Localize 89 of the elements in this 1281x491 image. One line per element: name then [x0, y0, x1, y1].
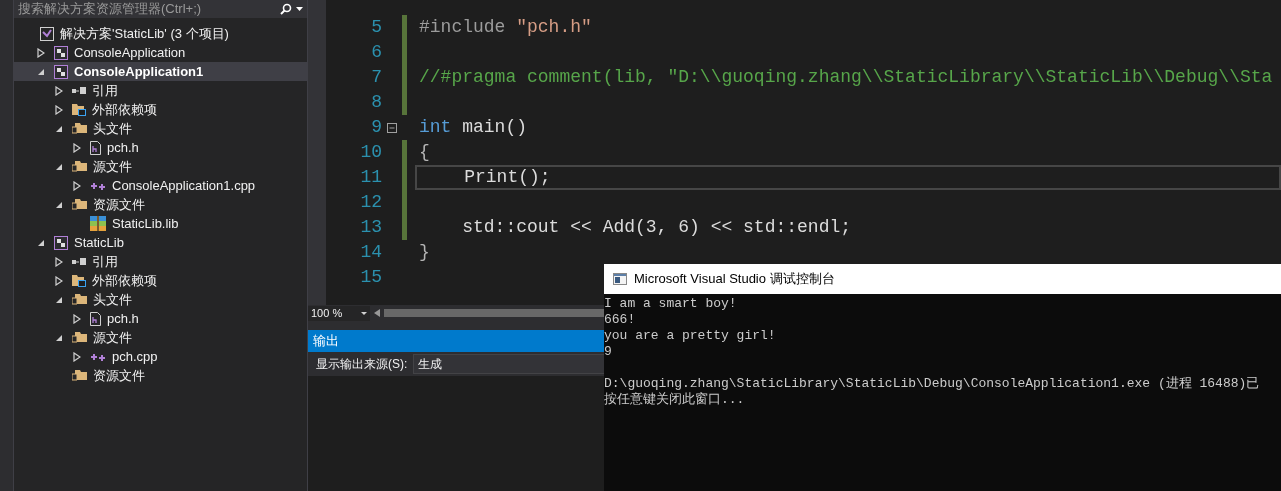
- cpp-file-icon: [90, 351, 106, 362]
- console-app-icon: [613, 273, 627, 285]
- collapsed-arrow-icon[interactable]: [55, 104, 63, 115]
- collapsed-arrow-icon[interactable]: [73, 351, 81, 362]
- header-file-icon: [90, 311, 101, 326]
- tree-item[interactable]: 资源文件: [14, 366, 307, 385]
- search-icon[interactable]: [280, 3, 292, 15]
- collapsed-arrow-icon[interactable]: [55, 85, 63, 96]
- console-line: 9: [604, 344, 612, 360]
- collapse-icon[interactable]: [387, 122, 397, 133]
- code-line: std::cout << Add(3, 6) << std::endl;: [461, 216, 852, 239]
- zoom-dropdown[interactable]: 100 %: [308, 305, 370, 321]
- filter-folder-icon: [72, 122, 87, 135]
- expanded-arrow-icon[interactable]: [55, 162, 63, 171]
- search-field[interactable]: 搜索解决方案资源管理器(Ctrl+;): [14, 0, 307, 18]
- console-line: D:\guoqing.zhang\StaticLibrary\StaticLib\Debug\ConsoleApplication1.exe (进程 16488)已: [604, 376, 1260, 392]
- tree-item[interactable]: 引用: [14, 252, 307, 271]
- code-line: int main(): [419, 116, 528, 139]
- panel-title: 输出: [313, 332, 339, 351]
- collapsed-arrow-icon[interactable]: [55, 256, 63, 267]
- tree-item[interactable]: ConsoleApplication: [14, 43, 307, 62]
- line-number: 10: [359, 141, 382, 164]
- tree-item[interactable]: 资源文件: [14, 195, 307, 214]
- collapsed-arrow-icon[interactable]: [37, 47, 45, 58]
- folder-link-icon: [72, 274, 86, 287]
- project-icon: [54, 64, 68, 79]
- solution-item[interactable]: 解决方案'StaticLib' (3 个项目): [14, 24, 307, 43]
- tree-item[interactable]: StaticLib: [14, 233, 307, 252]
- filter-folder-icon: [72, 160, 87, 173]
- line-number: 7: [370, 66, 382, 89]
- solution-icon: [40, 26, 54, 41]
- project-icon: [54, 45, 68, 60]
- expanded-arrow-icon[interactable]: [55, 200, 63, 209]
- references-icon: [72, 257, 86, 266]
- filter-folder-icon: [72, 198, 87, 211]
- line-number: 9: [370, 116, 382, 139]
- tree-item[interactable]: 外部依赖项: [14, 100, 307, 119]
- expanded-arrow-icon[interactable]: [55, 333, 63, 342]
- line-number: 15: [359, 266, 382, 289]
- code-line: Print();: [463, 166, 551, 189]
- expanded-arrow-icon[interactable]: [37, 67, 45, 76]
- tree-item[interactable]: 源文件: [14, 157, 307, 176]
- console-line: you are a pretty girl!: [604, 328, 776, 344]
- collapsed-arrow-icon[interactable]: [73, 180, 81, 191]
- tree-item[interactable]: 头文件: [14, 290, 307, 309]
- line-number: 12: [359, 191, 382, 214]
- tree-item[interactable]: pch.h: [14, 309, 307, 328]
- header-file-icon: [90, 140, 101, 155]
- tree-item[interactable]: 引用: [14, 81, 307, 100]
- collapsed-arrow-icon[interactable]: [73, 142, 81, 153]
- line-number: 11: [359, 166, 382, 189]
- line-number: 5: [370, 16, 382, 39]
- code-line: #include "pch.h": [419, 16, 592, 39]
- tree-item[interactable]: pch.h: [14, 138, 307, 157]
- console-line: 666!: [604, 312, 636, 328]
- folder-link-icon: [72, 103, 86, 116]
- library-file-icon: [90, 216, 106, 231]
- expanded-arrow-icon[interactable]: [55, 295, 63, 304]
- collapsed-arrow-icon[interactable]: [55, 275, 63, 286]
- dropdown-caret-icon[interactable]: [296, 7, 303, 11]
- console-line: I am a smart boy!: [604, 296, 737, 312]
- expanded-arrow-icon[interactable]: [37, 238, 45, 247]
- console-line: 按任意键关闭此窗口...: [604, 392, 745, 408]
- code-line: //#pragma comment(lib, "D:\\guoqing.zhang\\StaticLibrary\\StaticLib\\Debug\\Sta: [419, 66, 1273, 89]
- tree-item[interactable]: 外部依赖项: [14, 271, 307, 290]
- project-icon: [54, 235, 68, 250]
- tree-item[interactable]: ConsoleApplication1: [14, 62, 307, 81]
- output-source-label: 显示输出来源(S):: [316, 356, 408, 373]
- scroll-left-icon[interactable]: [374, 309, 380, 317]
- dropdown-caret-icon: [361, 311, 367, 315]
- cpp-file-icon: [90, 180, 106, 191]
- filter-folder-icon: [72, 331, 87, 344]
- code-line: }: [419, 241, 430, 264]
- references-icon: [72, 86, 86, 95]
- filter-folder-icon: [72, 293, 87, 306]
- tree-item[interactable]: StaticLib.lib: [14, 214, 307, 233]
- window-title: Microsoft Visual Studio 调试控制台: [634, 270, 835, 289]
- filter-folder-icon: [72, 369, 87, 382]
- tree-item[interactable]: 头文件: [14, 119, 307, 138]
- code-line: {: [419, 141, 430, 164]
- tree-item[interactable]: 源文件: [14, 328, 307, 347]
- line-number: 6: [370, 41, 382, 64]
- line-number: 14: [359, 241, 382, 264]
- tree-item[interactable]: ConsoleApplication1.cpp: [14, 176, 307, 195]
- line-number: 13: [359, 216, 382, 239]
- tree-item[interactable]: pch.cpp: [14, 347, 307, 366]
- expanded-arrow-icon[interactable]: [55, 124, 63, 133]
- collapsed-arrow-icon[interactable]: [73, 313, 81, 324]
- line-number: 8: [370, 91, 382, 114]
